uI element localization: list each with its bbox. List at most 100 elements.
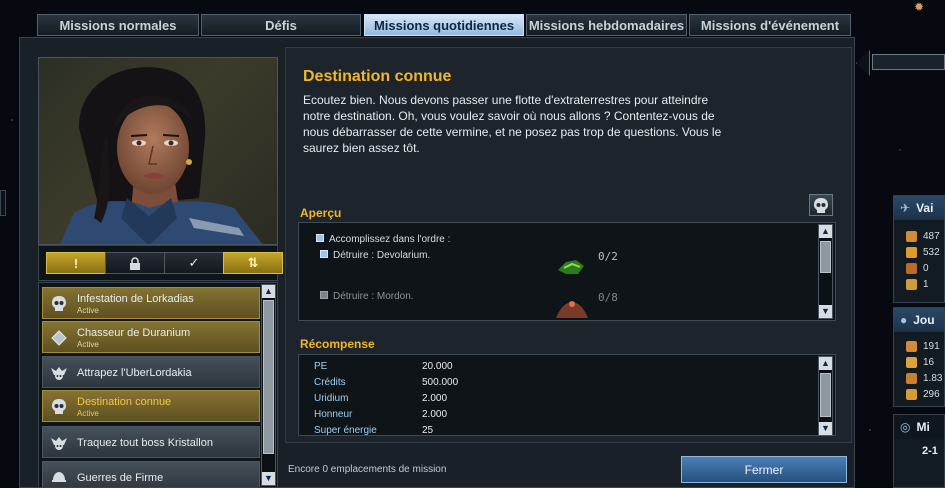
sort-button[interactable]: ⇅: [223, 252, 283, 274]
tab-missions-evenement[interactable]: Missions d'événement: [689, 14, 851, 36]
portrait-illustration: [59, 67, 263, 244]
scroll-down-arrow-icon[interactable]: ▼: [819, 422, 832, 435]
minimap-title: Mi: [916, 420, 930, 434]
scroll-thumb[interactable]: [820, 241, 831, 273]
level-icon: [906, 356, 917, 368]
overview-scrollbar[interactable]: ▲ ▼: [818, 224, 833, 319]
diamond-icon: [51, 329, 67, 347]
skull-wings-icon: [51, 434, 67, 452]
reward-title: Récompense: [300, 337, 375, 351]
minimap-panel: ◎ Mi 2-1: [893, 414, 945, 488]
mission-item-kristallon[interactable]: Traquez tout boss Kristallon: [42, 426, 260, 458]
mission-list-scrollbar[interactable]: ▲ ▼: [261, 284, 276, 486]
reward-label: Uridium: [314, 393, 349, 404]
skull-filter-button[interactable]: [809, 194, 833, 216]
objective-count: 0/8: [598, 291, 618, 304]
mission-item-chasseur-duranium[interactable]: Chasseur de Duranium Active: [42, 321, 260, 353]
reward-value: 20.000: [422, 361, 453, 372]
pilot-info-title: Jou: [913, 313, 935, 327]
mission-name: Destination connue: [77, 396, 172, 408]
mission-name: Chasseur de Duranium: [77, 327, 191, 339]
ship-icon: ✈: [900, 201, 911, 215]
honor-icon: [906, 372, 917, 384]
credits-icon: [906, 246, 917, 258]
minimap-icon: ◎: [900, 420, 911, 434]
tab-missions-hebdomadaires[interactable]: Missions hebdomadaires: [526, 14, 687, 36]
tab-missions-quotidiennes[interactable]: Missions quotidiennes: [364, 14, 524, 36]
mission-status: Active: [77, 340, 99, 349]
scroll-down-arrow-icon[interactable]: ▼: [262, 472, 275, 485]
mission-item-destination-connue[interactable]: Destination connue Active: [42, 390, 260, 422]
pilot-stat-value: 16: [923, 356, 935, 368]
skull-icon: [814, 198, 828, 213]
minimap-header[interactable]: ◎ Mi: [894, 415, 944, 439]
objective-label: Détruire : Devolarium.: [333, 250, 431, 261]
pilot-info-panel: ● Jou 191 16 1.83 296: [893, 307, 945, 407]
tab-defis[interactable]: Défis: [201, 14, 361, 36]
skull-icon: [51, 295, 67, 313]
ship-stat-value: 487: [923, 230, 940, 242]
pilot-stat-value: 296: [923, 388, 940, 400]
reward-value: 2.000: [422, 393, 448, 404]
ship-info-title: Vai: [916, 201, 934, 215]
pilot-stat-value: 191: [923, 340, 940, 352]
scroll-up-arrow-icon[interactable]: ▲: [819, 357, 832, 370]
reward-value: 500.000: [422, 377, 459, 388]
reward-value: 2.000: [422, 409, 448, 420]
scroll-thumb[interactable]: [820, 373, 831, 417]
mission-name: Traquez tout boss Kristallon: [77, 437, 213, 449]
check-icon: ✓: [188, 255, 200, 270]
scroll-down-arrow-icon[interactable]: ▼: [819, 305, 832, 318]
mission-status: Active: [77, 306, 99, 315]
checkbox-icon: [320, 291, 328, 300]
mordon-ship-icon: [556, 301, 588, 318]
ship-info-header[interactable]: ✈ Vai: [894, 196, 944, 220]
ship-stat-value: 0: [923, 262, 929, 274]
order-instruction: Accomplissez dans l'ordre :: [316, 234, 450, 245]
filter-completed-button[interactable]: ✓: [164, 252, 224, 274]
settings-gear-icon[interactable]: ✹: [914, 0, 932, 14]
mission-item-infestation[interactable]: Infestation de Lorkadias Active: [42, 287, 260, 319]
reward-row-clip: Super énergie 25: [298, 424, 818, 436]
filter-available-button[interactable]: !: [46, 252, 106, 274]
hud-top-bar: [872, 54, 945, 70]
mission-slots-text: Encore 0 emplacements de mission: [288, 464, 447, 475]
tab-missions-normales[interactable]: Missions normales: [37, 14, 199, 36]
mission-item-guerres-firme[interactable]: Guerres de Firme: [42, 461, 260, 487]
overview-title: Aperçu: [300, 206, 342, 220]
xp-icon: [906, 230, 917, 242]
close-button[interactable]: Fermer: [681, 456, 847, 483]
ship-info-panel: ✈ Vai 487 532 0 1: [893, 195, 945, 303]
sort-arrows-icon: ⇅: [247, 255, 259, 270]
reward-scrollbar[interactable]: ▲ ▼: [818, 356, 833, 436]
gear-icon: [906, 278, 917, 290]
helmet-icon: [51, 469, 67, 487]
reward-value: 25: [422, 425, 434, 436]
mission-item-uberlordakia[interactable]: Attrapez l'UberLordakia: [42, 356, 260, 388]
devolarium-ship-icon: [558, 260, 584, 274]
reward-label: Crédits: [314, 377, 346, 388]
mission-list: Infestation de Lorkadias Active Chasseur…: [38, 282, 278, 488]
pilot-stat-value: 1.83: [923, 372, 943, 384]
exclamation-icon: !: [73, 255, 79, 271]
reward-label: Super énergie: [314, 425, 377, 436]
scroll-thumb[interactable]: [263, 300, 274, 454]
checkbox-icon: [320, 250, 328, 259]
reward-label: PE: [314, 361, 328, 372]
ship-stat-value: 1: [923, 278, 929, 290]
objective-label: Détruire : Mordon.: [333, 291, 414, 302]
mission-description: Ecoutez bien. Nous devons passer une flo…: [303, 93, 722, 155]
mission-status: Active: [77, 409, 99, 418]
mission-giver-portrait: [38, 57, 278, 245]
uridium-icon: [906, 388, 917, 400]
scroll-up-arrow-icon[interactable]: ▲: [262, 285, 275, 298]
scroll-up-arrow-icon[interactable]: ▲: [819, 225, 832, 238]
lock-icon: [130, 256, 140, 270]
experience-icon: [906, 340, 917, 352]
pilot-info-header[interactable]: ● Jou: [894, 308, 944, 332]
objective-count: 0/2: [598, 250, 618, 263]
left-edge-panel: [0, 190, 6, 216]
filter-locked-button[interactable]: [105, 252, 165, 274]
checkbox-icon: [316, 234, 324, 243]
mission-name: Guerres de Firme: [77, 472, 164, 484]
